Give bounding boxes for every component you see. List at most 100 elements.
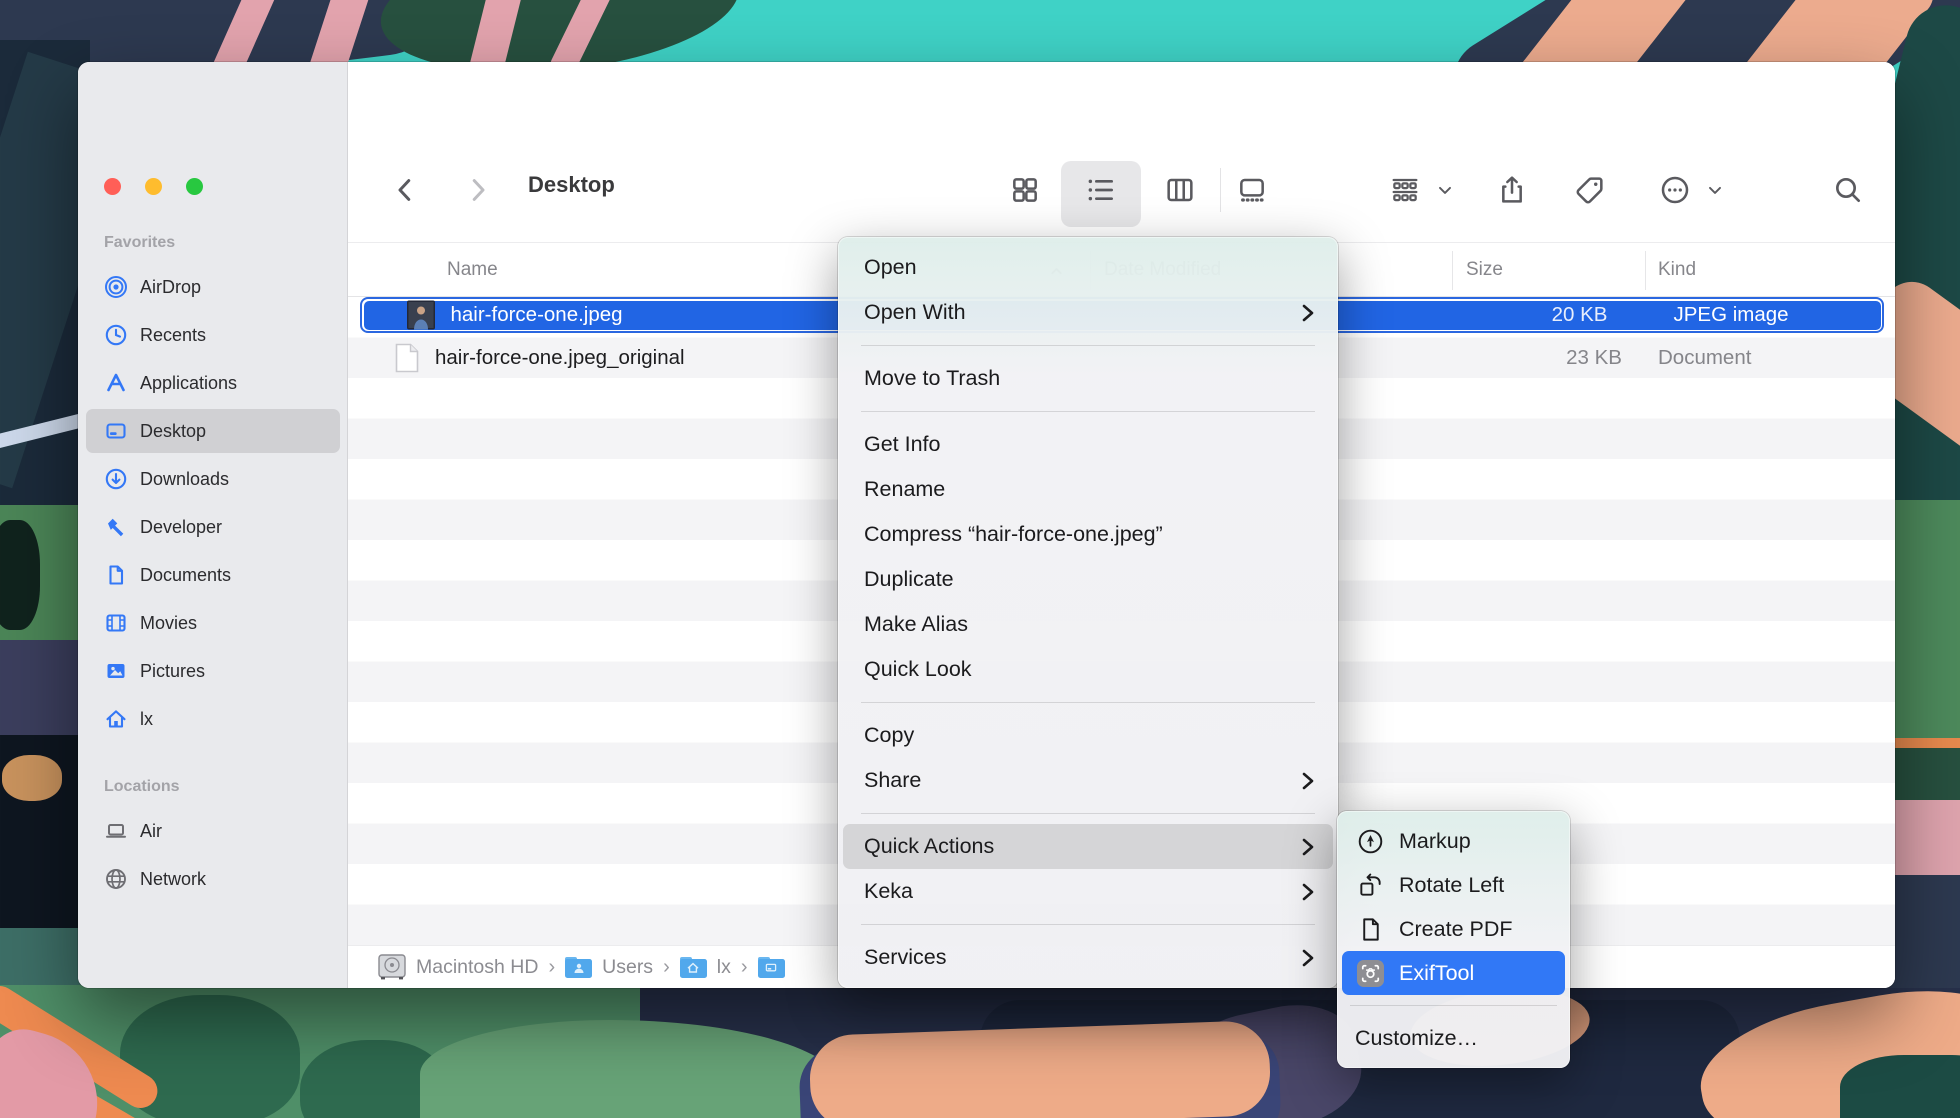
downloads-icon	[104, 467, 128, 491]
pathbar-separator: ›	[548, 956, 555, 979]
applications-icon	[104, 371, 128, 395]
sidebar-item-documents[interactable]: Documents	[86, 553, 340, 597]
sidebar-item-lx-home[interactable]: lx	[86, 697, 340, 741]
submenu-chevron-icon	[1301, 837, 1315, 857]
sidebar-item-label: Downloads	[140, 469, 229, 490]
window-title: Desktop	[528, 172, 615, 198]
pathbar-label: Users	[602, 956, 653, 979]
sidebar-item-label: lx	[140, 709, 153, 730]
pathbar-item-lx[interactable]: lx	[680, 956, 731, 979]
group-chevron-icon	[1430, 166, 1460, 214]
submenu-item-exiftool[interactable]: ExifTool	[1342, 951, 1565, 995]
file-name: hair-force-one.jpeg_original	[435, 346, 685, 370]
view-columns-button[interactable]	[1156, 166, 1204, 214]
sidebar-item-recents[interactable]: Recents	[86, 313, 340, 357]
laptop-icon	[104, 819, 128, 843]
menu-item-duplicate[interactable]: Duplicate	[843, 557, 1333, 602]
menu-item-compress[interactable]: Compress “hair-force-one.jpeg”	[843, 512, 1333, 557]
forward-button[interactable]	[454, 166, 502, 214]
more-actions-button[interactable]	[1651, 166, 1699, 214]
menu-item-share[interactable]: Share	[843, 758, 1333, 803]
markup-icon	[1355, 826, 1385, 856]
film-icon	[104, 611, 128, 635]
jpeg-thumbnail-icon	[407, 301, 435, 330]
sidebar-item-desktop[interactable]: Desktop	[86, 409, 340, 453]
sidebar-item-pictures[interactable]: Pictures	[86, 649, 340, 693]
column-divider[interactable]	[1452, 251, 1453, 290]
wallpaper-shape	[2, 755, 62, 801]
sidebar-section-locations: Locations	[104, 778, 180, 796]
menu-item-make-alias[interactable]: Make Alias	[843, 602, 1333, 647]
airdrop-icon	[104, 275, 128, 299]
menu-item-keka[interactable]: Keka	[843, 869, 1333, 914]
submenu-item-rotate-left[interactable]: Rotate Left	[1342, 863, 1565, 907]
sidebar-item-label: Recents	[140, 325, 206, 346]
file-kind: JPEG image	[1674, 303, 1789, 327]
file-size: 23 KB	[1566, 346, 1622, 370]
sidebar-item-applications[interactable]: Applications	[86, 361, 340, 405]
submenu-chevron-icon	[1301, 771, 1315, 791]
back-button[interactable]	[381, 166, 429, 214]
menu-separator	[861, 813, 1315, 814]
file-kind: Document	[1658, 346, 1751, 370]
submenu-chevron-icon	[1301, 882, 1315, 902]
submenu-item-create-pdf[interactable]: Create PDF	[1342, 907, 1565, 951]
pathbar-item-users[interactable]: Users	[565, 956, 653, 979]
sidebar-item-developer[interactable]: Developer	[86, 505, 340, 549]
close-window-button[interactable]	[104, 178, 121, 195]
toolbar-divider	[1220, 168, 1221, 212]
sidebar-item-label: Air	[140, 821, 162, 842]
pathbar-label: lx	[717, 956, 731, 979]
file-size: 20 KB	[1552, 303, 1608, 327]
submenu-chevron-icon	[1301, 948, 1315, 968]
sidebar-item-movies[interactable]: Movies	[86, 601, 340, 645]
zoom-window-button[interactable]	[186, 178, 203, 195]
sidebar-item-airdrop[interactable]: AirDrop	[86, 265, 340, 309]
menu-item-copy[interactable]: Copy	[843, 713, 1333, 758]
pictures-icon	[104, 659, 128, 683]
context-menu: Open Open With Move to Trash Get Info Re…	[838, 237, 1338, 988]
search-button[interactable]	[1824, 166, 1872, 214]
sidebar-item-network[interactable]: Network	[86, 857, 340, 901]
view-icons-button[interactable]	[1001, 166, 1049, 214]
sidebar-item-label: AirDrop	[140, 277, 201, 298]
pathbar-label: Macintosh HD	[416, 956, 538, 979]
pathbar-separator: ›	[663, 956, 670, 979]
menu-item-quick-actions[interactable]: Quick Actions	[843, 824, 1333, 869]
globe-icon	[104, 867, 128, 891]
group-button[interactable]	[1381, 166, 1429, 214]
submenu-chevron-icon	[1301, 303, 1315, 323]
pathbar-separator: ›	[741, 956, 748, 979]
menu-item-get-info[interactable]: Get Info	[843, 422, 1333, 467]
submenu-item-customize[interactable]: Customize…	[1342, 1016, 1565, 1060]
menu-item-open-with[interactable]: Open With	[843, 290, 1333, 335]
column-divider[interactable]	[1645, 251, 1646, 290]
file-name: hair-force-one.jpeg	[451, 303, 623, 327]
menu-item-quick-look[interactable]: Quick Look	[843, 647, 1333, 692]
menu-item-rename[interactable]: Rename	[843, 467, 1333, 512]
column-header-kind[interactable]: Kind	[1658, 259, 1696, 281]
pathbar-item-desktop[interactable]	[758, 957, 795, 978]
clock-icon	[104, 323, 128, 347]
menu-separator	[861, 411, 1315, 412]
sidebar-item-air[interactable]: Air	[86, 809, 340, 853]
sidebar-section-favorites: Favorites	[104, 234, 175, 252]
column-header-size[interactable]: Size	[1466, 259, 1503, 281]
view-gallery-button[interactable]	[1228, 166, 1276, 214]
tags-button[interactable]	[1566, 166, 1614, 214]
toolbar: Desktop	[348, 62, 1895, 242]
submenu-item-markup[interactable]: Markup	[1342, 819, 1565, 863]
minimize-window-button[interactable]	[145, 178, 162, 195]
exiftool-icon	[1355, 958, 1385, 988]
menu-separator	[861, 924, 1315, 925]
pathbar-item-macintosh-hd[interactable]: Macintosh HD	[378, 954, 538, 980]
menu-item-open[interactable]: Open	[843, 245, 1333, 290]
wallpaper-shape	[0, 520, 40, 630]
menu-item-move-to-trash[interactable]: Move to Trash	[843, 356, 1333, 401]
menu-item-services[interactable]: Services	[843, 935, 1333, 980]
document-file-icon	[395, 343, 419, 373]
share-button[interactable]	[1488, 166, 1536, 214]
view-list-button[interactable]	[1077, 166, 1125, 214]
column-header-name[interactable]: Name	[447, 259, 498, 281]
sidebar-item-downloads[interactable]: Downloads	[86, 457, 340, 501]
